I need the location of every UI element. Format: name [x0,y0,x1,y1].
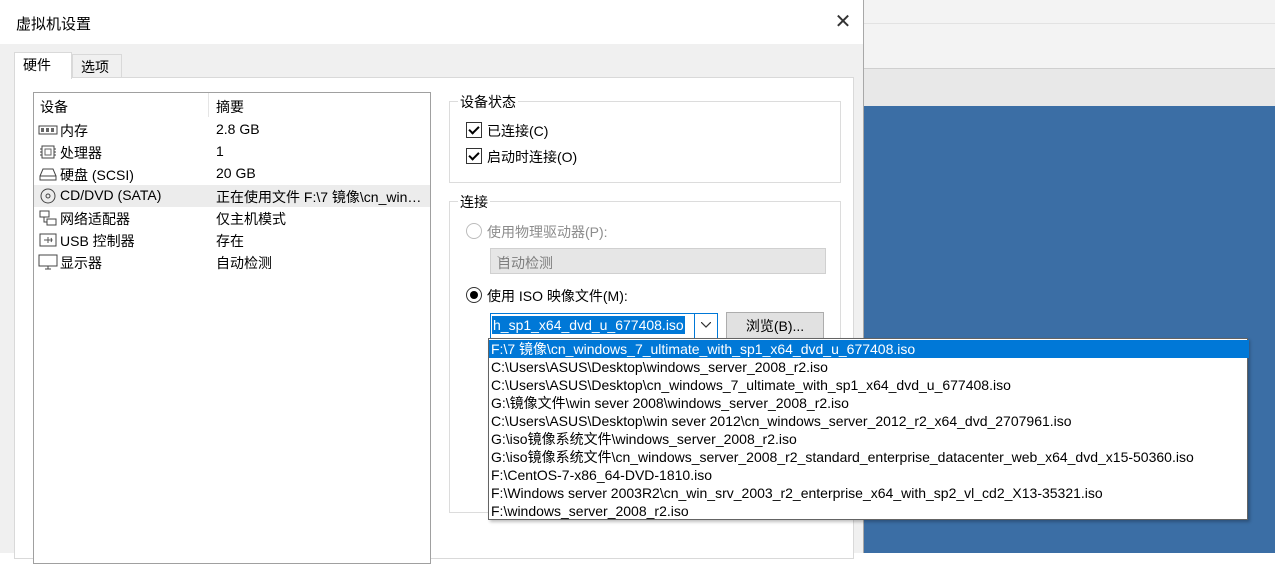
device-row-memory[interactable]: 内存 2.8 GB [34,119,430,141]
column-separator[interactable] [208,93,209,117]
background-divider [864,23,1275,24]
device-name: 硬盘 (SCSI) [60,167,134,183]
list-item[interactable]: F:\CentOS-7-x86_64-DVD-1810.iso [489,466,1249,484]
device-row-cd-dvd[interactable]: CD/DVD (SATA) 正在使用文件 F:\7 镜像\cn_windows_… [34,185,430,207]
device-row-processor[interactable]: 处理器 1 [34,141,430,163]
iso-image-label[interactable]: 使用 ISO 映像文件(M): [487,286,628,306]
device-row-display[interactable]: 显示器 自动检测 [34,251,430,273]
iso-image-radio[interactable] [466,287,482,303]
browse-button[interactable]: 浏览(B)... [726,312,824,340]
connection-title: 连接 [458,192,490,212]
list-item[interactable]: F:\7 镜像\cn_windows_7_ultimate_with_sp1_x… [489,340,1249,358]
column-summary[interactable]: 摘要 [216,97,244,117]
device-list: 设备 摘要 内存 2.8 GB 处理器 1 硬盘 (SCSI) 20 GB CD… [33,92,431,564]
device-row-network-adapter[interactable]: 网络适配器 仅主机模式 [34,207,430,229]
device-summary: 20 GB [216,165,256,181]
cd-dvd-icon [40,188,56,204]
list-item[interactable]: G:\iso镜像系统文件\windows_server_2008_r2.iso [489,430,1249,448]
tab-hardware[interactable]: 硬件 [14,52,72,79]
chevron-down-icon: ﹀ [497,255,510,269]
list-item[interactable]: C:\Users\ASUS\Desktop\win sever 2012\cn_… [489,412,1249,430]
list-item[interactable]: G:\镜像文件\win sever 2008\windows_server_20… [489,394,1249,412]
connected-checkbox[interactable] [466,122,482,138]
device-list-header: 设备 摘要 [34,93,430,117]
device-summary: 自动检测 [216,255,272,271]
connect-at-power-on-label[interactable]: 启动时连接(O) [487,147,577,167]
column-device[interactable]: 设备 [40,97,68,117]
title-bar: 虚拟机设置 ✕ [0,0,863,44]
physical-drive-label[interactable]: 使用物理驱动器(P): [487,222,608,242]
memory-icon [38,125,58,135]
device-name: 网络适配器 [60,211,130,227]
physical-drive-select[interactable]: 自动检测 ﹀ [490,248,826,274]
dialog-title: 虚拟机设置 [16,16,92,33]
physical-drive-radio[interactable] [466,223,482,239]
processor-icon [40,145,56,159]
device-name: 内存 [60,123,88,139]
device-status-title: 设备状态 [458,92,518,112]
list-item[interactable]: F:\windows_server_2008_r2.iso [489,502,1249,520]
chevron-down-icon [701,322,711,328]
device-summary: 存在 [216,233,244,249]
network-adapter-icon [39,210,57,226]
iso-dropdown-list: F:\7 镜像\cn_windows_7_ultimate_with_sp1_x… [488,338,1249,520]
device-row-hard-disk[interactable]: 硬盘 (SCSI) 20 GB [34,163,430,185]
list-item[interactable]: C:\Users\ASUS\Desktop\windows_server_200… [489,358,1249,376]
list-item[interactable]: C:\Users\ASUS\Desktop\cn_windows_7_ultim… [489,376,1249,394]
iso-path-input[interactable]: h_sp1_x64_dvd_u_677408.iso [492,316,685,334]
device-name: 显示器 [60,255,102,271]
iso-path-combobox[interactable]: h_sp1_x64_dvd_u_677408.iso [490,313,718,339]
close-icon[interactable]: ✕ [826,8,860,36]
device-summary: 仅主机模式 [216,211,286,227]
device-summary: 正在使用文件 F:\7 镜像\cn_windows_7_ultimate_wit… [216,189,426,205]
device-name: CD/DVD (SATA) [60,187,162,203]
device-name: USB 控制器 [60,233,135,249]
list-item[interactable]: G:\iso镜像系统文件\cn_windows_server_2008_r2_s… [489,448,1249,466]
display-icon [38,254,58,270]
connected-label[interactable]: 已连接(C) [487,121,548,141]
device-summary: 1 [216,143,224,159]
list-item[interactable]: F:\Windows server 2003R2\cn_win_srv_2003… [489,484,1249,502]
device-name: 处理器 [60,145,102,161]
hard-disk-icon [39,168,57,181]
device-status-group: 设备状态 已连接(C) 启动时连接(O) [449,92,841,183]
iso-dropdown-button[interactable] [694,314,717,338]
device-summary: 2.8 GB [216,121,260,137]
device-row-usb-controller[interactable]: USB 控制器 存在 [34,229,430,251]
background-app-header [864,68,1275,107]
usb-icon [39,233,57,247]
connect-at-power-on-checkbox[interactable] [466,148,482,164]
